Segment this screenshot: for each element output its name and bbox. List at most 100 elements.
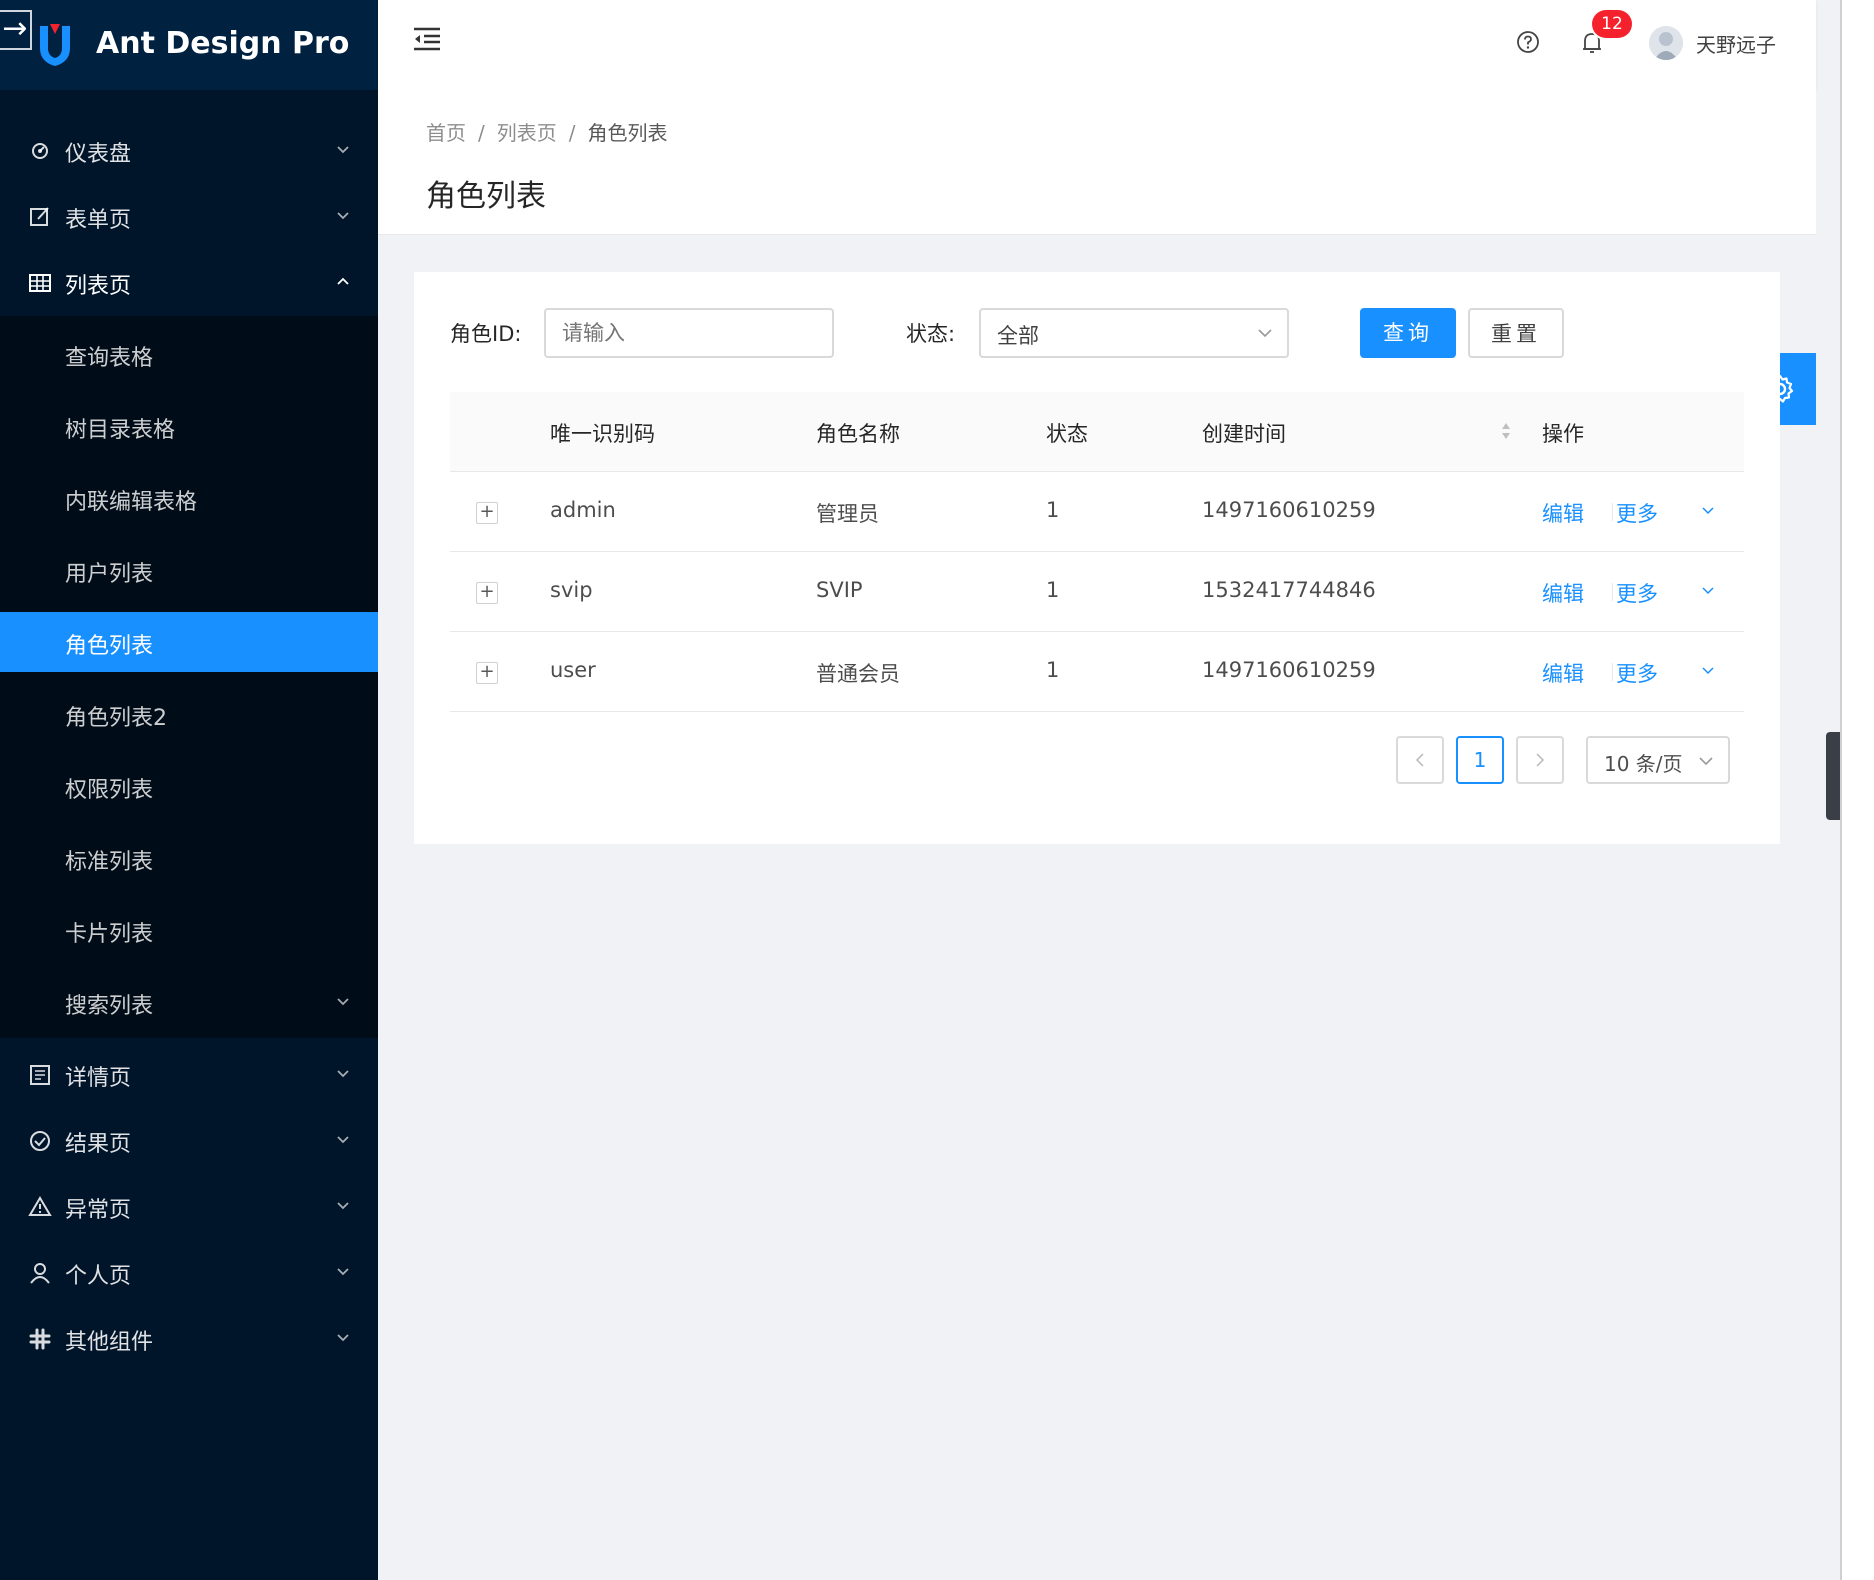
sidebar-item-profile[interactable]: 详情页 [0,1044,378,1104]
sidebar-item-role-list[interactable]: 角色列表 [0,612,378,672]
more-dropdown[interactable]: 更多 [1616,658,1658,688]
expand-icon[interactable]: + [476,582,498,604]
breadcrumb-home[interactable]: 首页 [426,121,466,145]
breadcrumb-separator: / [568,121,576,145]
logo-bar: → Ant Design Pro [0,0,378,90]
sidebar-item-label: 标准列表 [65,850,154,875]
check-circle-icon [30,1131,50,1151]
warning-icon [28,1196,52,1216]
sidebar-item-label: 树目录表格 [65,418,176,443]
cell-id: svip [550,578,593,602]
pagination-page[interactable]: 1 [1456,736,1504,784]
cell-status: 1 [1046,498,1060,522]
sidebar-item-inline-edit-table[interactable]: 内联编辑表格 [0,468,378,528]
question-circle-icon[interactable] [1516,30,1540,54]
sidebar-item-role-list-2[interactable]: 角色列表2 [0,684,378,744]
table-row: + user 普通会员 1 1497160610259 编辑 更多 [450,632,1744,712]
chevron-down-icon[interactable] [1702,506,1714,515]
cell-status: 1 [1046,578,1060,602]
page-title: 角色列表 [426,179,546,214]
status-select[interactable]: 全部 [979,308,1289,358]
sidebar-item-label: 用户列表 [65,562,154,587]
column-header-actions: 操作 [1542,422,1584,446]
username[interactable]: 天野远子 [1696,29,1776,58]
chevron-down-icon[interactable] [1702,666,1714,675]
breadcrumb-separator: / [478,121,485,145]
more-dropdown[interactable]: 更多 [1616,578,1658,608]
avatar[interactable] [1649,26,1683,60]
chevron-down-icon[interactable] [1702,586,1714,595]
expand-icon[interactable]: + [476,502,498,524]
sidebar-item-label: 角色列表2 [65,706,167,731]
user-icon [30,1263,50,1284]
menu-fold-icon[interactable] [412,26,442,52]
chevron-right-icon [1536,753,1545,767]
action-divider [1612,663,1613,681]
sidebar-item-result[interactable]: 结果页 [0,1110,378,1170]
sidebar-item-label: 列表页 [65,274,132,299]
sidebar-item-label: 详情页 [65,1066,132,1091]
sidebar-item-exception[interactable]: 异常页 [0,1176,378,1236]
cell-created: 1497160610259 [1202,658,1376,682]
chevron-down-icon [1699,757,1713,766]
page-size-value: 10 条/页 [1604,752,1683,776]
cell-name: 管理员 [816,502,879,526]
sidebar-item-label: 个人页 [65,1264,132,1289]
page-header: 首页 / 列表页 / 角色列表 角色列表 [378,89,1816,235]
sidebar-item-other-components[interactable]: 其他组件 [0,1308,378,1368]
column-header-created[interactable]: 创建时间 [1202,418,1286,448]
sidebar-item-dashboard[interactable]: 仪表盘 [0,120,378,180]
logo-icon [40,24,70,66]
sidebar-item-label: 内联编辑表格 [65,490,198,515]
chevron-down-icon [337,212,349,220]
edit-link[interactable]: 编辑 [1542,578,1584,608]
sidebar-item-form[interactable]: 表单页 [0,186,378,246]
sidebar-item-search-list[interactable]: 搜索列表 [0,972,378,1032]
sidebar-item-card-list[interactable]: 卡片列表 [0,900,378,960]
table-header: 唯一识别码 角色名称 状态 创建时间 操作 [450,392,1744,472]
sidebar-item-list[interactable]: 列表页 [0,252,378,312]
sidebar: → Ant Design Pro 仪表盘 表单页 列表页 查询表格 树目录表格 … [0,0,378,1580]
edit-link[interactable]: 编辑 [1542,658,1584,688]
role-id-input[interactable] [544,308,834,358]
sidebar-item-standard-list[interactable]: 标准列表 [0,828,378,888]
sidebar-item-label: 搜索列表 [65,994,154,1019]
breadcrumb-current: 角色列表 [587,121,668,145]
sidebar-item-label: 结果页 [65,1132,132,1157]
expand-icon[interactable]: + [476,662,498,684]
chevron-down-icon [337,146,349,154]
reset-button[interactable]: 重置 [1468,308,1564,358]
role-id-label: 角色ID: [450,322,522,346]
cell-name: 普通会员 [816,662,900,686]
pagination-prev[interactable] [1396,736,1444,784]
action-divider [1612,583,1613,601]
more-dropdown[interactable]: 更多 [1616,498,1658,528]
chevron-down-icon [337,1070,349,1078]
sidebar-item-tree-table[interactable]: 树目录表格 [0,396,378,456]
query-button[interactable]: 查询 [1360,308,1456,358]
cell-created: 1532417744846 [1202,578,1376,602]
window-edge [1840,0,1874,1580]
sidebar-item-query-table[interactable]: 查询表格 [0,324,378,384]
chevron-down-icon [337,1334,349,1342]
sidebar-item-label: 卡片列表 [65,922,154,947]
arrow-right-icon[interactable]: → [0,10,32,50]
sidebar-item-user-list[interactable]: 用户列表 [0,540,378,600]
app-title[interactable]: Ant Design Pro [96,26,349,61]
column-header-name: 角色名称 [816,422,900,446]
chevron-down-icon [337,1136,349,1144]
sidebar-item-account[interactable]: 个人页 [0,1242,378,1302]
sort-icon[interactable] [1500,420,1512,442]
table-row: + admin 管理员 1 1497160610259 编辑 更多 [450,472,1744,552]
chevron-down-icon [337,1268,349,1276]
avatar-image [1649,26,1683,60]
sidebar-item-label: 异常页 [65,1198,132,1223]
page-size-select[interactable]: 10 条/页 [1586,736,1730,784]
table-row: + svip SVIP 1 1532417744846 编辑 更多 [450,552,1744,632]
edit-link[interactable]: 编辑 [1542,498,1584,528]
sidebar-item-permission-list[interactable]: 权限列表 [0,756,378,816]
cell-name: SVIP [816,578,863,602]
breadcrumb-list[interactable]: 列表页 [497,121,557,145]
chevron-down-icon [337,1202,349,1210]
pagination-next[interactable] [1516,736,1564,784]
